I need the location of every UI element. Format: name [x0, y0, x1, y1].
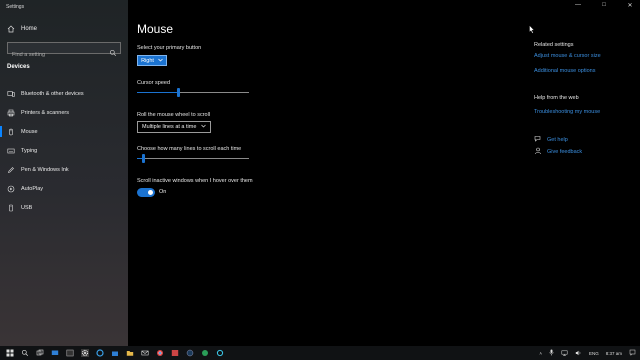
sidebar-item-label: USB	[21, 204, 33, 211]
chevron-down-icon	[158, 58, 163, 64]
main-panel: Mouse Select your primary button Right C…	[128, 0, 640, 346]
help-web-title: Help from the web	[534, 95, 579, 101]
cursor-speed-label: Cursor speed	[137, 80, 171, 86]
media-app-icon[interactable]	[171, 349, 179, 357]
terminal-icon[interactable]	[66, 349, 74, 357]
sidebar-item-mouse[interactable]: Mouse	[0, 122, 128, 141]
notifications-icon[interactable]	[629, 349, 636, 357]
windows-start-icon[interactable]	[6, 349, 14, 357]
inactive-scroll-label: Scroll inactive windows when I hover ove…	[137, 178, 253, 184]
sidebar-item-label: AutoPlay	[21, 185, 44, 192]
sidebar-item-label: Bluetooth & other devices	[21, 90, 84, 97]
pen-icon	[7, 166, 15, 174]
clock[interactable]: 8:37 am	[606, 351, 622, 356]
cursor-speed-slider[interactable]	[137, 88, 249, 97]
nav-home[interactable]: Home	[7, 25, 37, 33]
get-help-link[interactable]: Get help	[534, 135, 568, 145]
slider-track	[137, 158, 249, 159]
mail-icon[interactable]	[141, 349, 149, 357]
sidebar: Settings Home Devices Bluetooth & other …	[0, 0, 128, 346]
give-feedback-link[interactable]: Give feedback	[534, 147, 582, 157]
search-box[interactable]	[7, 42, 121, 60]
sidebar-item-usb[interactable]: USB	[0, 198, 128, 217]
window-title: Settings	[6, 4, 25, 10]
sidebar-item-label: Mouse	[21, 128, 38, 135]
slider-thumb[interactable]	[142, 154, 145, 163]
language-indicator[interactable]: ENG	[589, 351, 599, 356]
nav-list: Bluetooth & other devices Printers & sca…	[0, 84, 128, 217]
record-app-icon[interactable]	[216, 349, 224, 357]
lines-to-scroll-label: Choose how many lines to scroll each tim…	[137, 146, 242, 152]
steam-icon[interactable]	[186, 349, 194, 357]
section-title: Devices	[7, 64, 30, 70]
mouse-pointer-icon	[529, 21, 535, 39]
keyboard-icon	[7, 147, 15, 155]
inactive-scroll-toggle[interactable]	[137, 188, 155, 197]
lines-to-scroll-slider[interactable]	[137, 154, 249, 163]
file-explorer-icon[interactable]	[126, 349, 134, 357]
sidebar-item-label: Typing	[21, 147, 38, 154]
mouse-icon	[7, 128, 15, 136]
network-icon[interactable]	[561, 350, 568, 357]
adjust-cursor-size-link[interactable]: Adjust mouse & cursor size	[534, 53, 601, 59]
scroll-wheel-label: Roll the mouse wheel to scroll	[137, 112, 211, 118]
desktop-app-icon[interactable]	[51, 349, 59, 357]
primary-button-dropdown[interactable]: Right	[137, 55, 167, 66]
microphone-icon[interactable]	[549, 349, 554, 357]
scroll-wheel-dropdown[interactable]: Multiple lines at a time	[137, 121, 211, 133]
troubleshooting-link[interactable]: Troubleshooting my mouse	[534, 109, 600, 115]
sidebar-item-autoplay[interactable]: AutoPlay	[0, 179, 128, 198]
printer-icon	[7, 109, 15, 117]
toggle-state-label: On	[159, 189, 167, 195]
slider-fill	[137, 92, 177, 93]
sidebar-item-pen[interactable]: Pen & Windows Ink	[0, 160, 128, 179]
feedback-icon	[534, 147, 542, 157]
sidebar-item-printers[interactable]: Printers & scanners	[0, 103, 128, 122]
settings-gear-icon[interactable]	[81, 349, 89, 357]
sidebar-item-label: Pen & Windows Ink	[21, 166, 69, 173]
related-settings-title: Related settings	[534, 42, 574, 48]
chevron-up-icon[interactable]: ˄	[539, 351, 542, 356]
chat-help-icon	[534, 135, 542, 145]
search-input[interactable]	[8, 50, 108, 60]
sidebar-item-typing[interactable]: Typing	[0, 141, 128, 160]
volume-icon[interactable]	[575, 350, 582, 357]
page-title: Mouse	[137, 22, 174, 36]
nav-home-label: Home	[21, 26, 38, 32]
sidebar-item-bluetooth[interactable]: Bluetooth & other devices	[0, 84, 128, 103]
home-icon	[7, 25, 15, 33]
sidebar-item-label: Printers & scanners	[21, 109, 69, 116]
task-view-icon[interactable]	[36, 349, 44, 357]
search-icon[interactable]	[21, 349, 29, 357]
primary-button-value: Right	[141, 57, 154, 64]
store-icon[interactable]	[111, 349, 119, 357]
chevron-down-icon	[201, 124, 206, 130]
search-icon[interactable]	[109, 44, 117, 62]
taskbar: ˄ ENG 8:37 am	[0, 346, 640, 360]
chrome-icon[interactable]	[156, 349, 164, 357]
music-app-icon[interactable]	[201, 349, 209, 357]
give-feedback-label: Give feedback	[547, 149, 583, 155]
primary-button-label: Select your primary button	[137, 45, 202, 51]
toggle-knob	[148, 190, 153, 195]
usb-icon	[7, 204, 15, 212]
bluetooth-devices-icon	[7, 90, 15, 98]
autoplay-icon	[7, 185, 15, 193]
slider-thumb[interactable]	[177, 88, 180, 97]
get-help-label: Get help	[547, 137, 568, 143]
edge-browser-icon[interactable]	[96, 349, 104, 357]
scroll-wheel-value: Multiple lines at a time	[142, 124, 197, 130]
additional-mouse-options-link[interactable]: Additional mouse options	[534, 68, 595, 74]
